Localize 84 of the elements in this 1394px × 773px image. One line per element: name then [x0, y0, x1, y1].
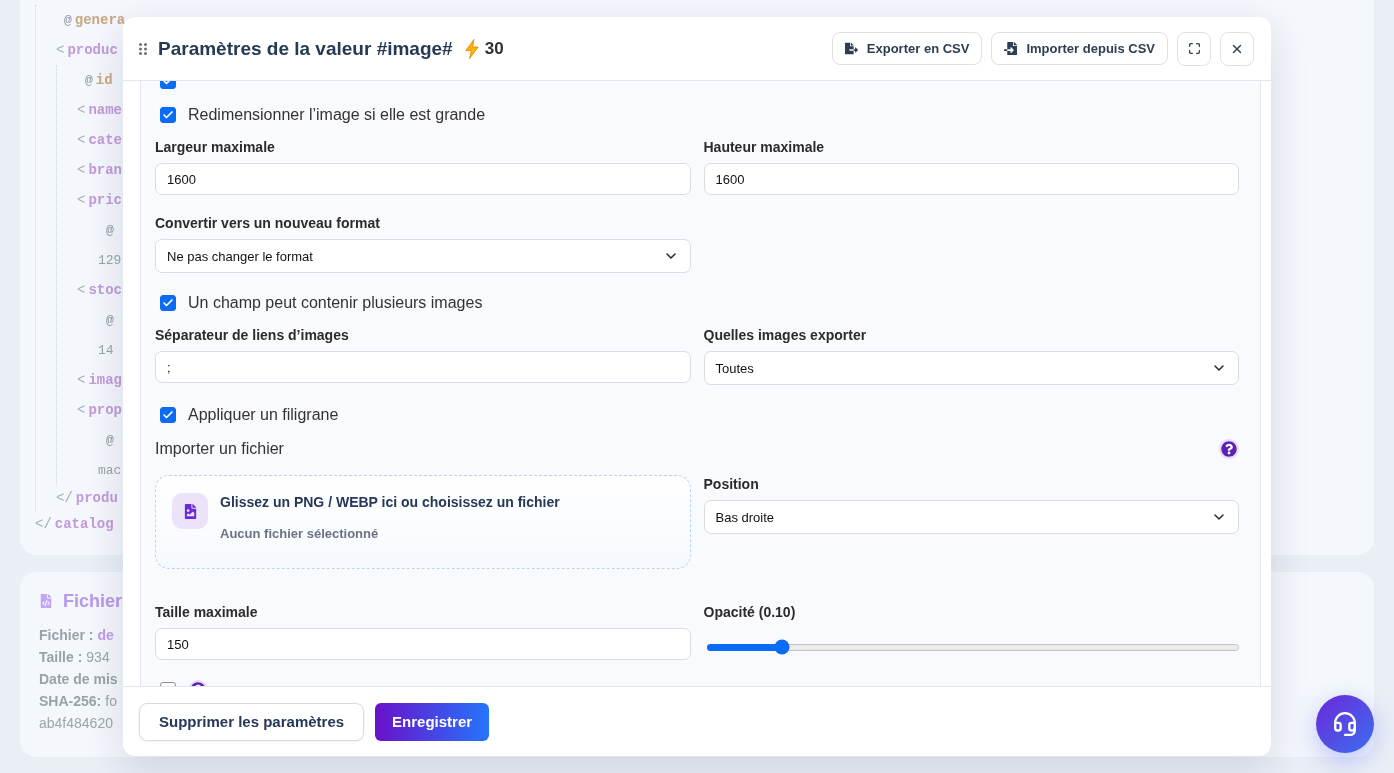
- attribute-marker: @: [106, 312, 114, 328]
- closing-tag-bracket: </: [35, 516, 52, 532]
- checkbox[interactable]: [160, 295, 176, 311]
- select-field[interactable]: Toutes: [703, 351, 1239, 385]
- import-csv-button[interactable]: Importer depuis CSV: [991, 32, 1168, 65]
- field-label: Convertir vers un nouveau format: [155, 214, 381, 232]
- card-title: Fichier: [63, 590, 123, 612]
- field-label: Quelles images exporter: [703, 326, 868, 344]
- tag-name: produ: [75, 490, 118, 506]
- info-value: fo: [105, 693, 117, 709]
- close-button[interactable]: [1220, 31, 1254, 66]
- dialog-title: Paramètres de la valeur #image#: [158, 37, 453, 60]
- info-label: Taille :: [39, 649, 83, 665]
- tag-bracket: <: [77, 402, 86, 418]
- tag-name: pric: [88, 192, 122, 208]
- delete-settings-button[interactable]: Supprimer les paramètres: [139, 702, 365, 741]
- info-value: ab4f484620: [39, 715, 113, 731]
- tag-bracket: <: [56, 42, 65, 58]
- file-dropzone[interactable]: Glissez un PNG / WEBP ici ou choisissez un fichier Aucun fichier sélectionné: [155, 475, 691, 569]
- checkbox-label: Appliquer un filigrane: [188, 406, 339, 424]
- field-label: Séparateur de liens d’images: [155, 326, 350, 344]
- tag-name: catalog: [54, 516, 114, 532]
- tag-name: bran: [88, 162, 122, 178]
- checkbox[interactable]: [160, 107, 176, 123]
- save-button[interactable]: Enregistrer: [375, 702, 490, 741]
- help-icon[interactable]: [1219, 439, 1239, 459]
- slider-thumb[interactable]: [774, 639, 790, 655]
- tag-name: name: [88, 102, 122, 118]
- info-value: 934: [86, 649, 110, 665]
- attribute-name: id: [95, 72, 113, 88]
- tag-bracket: <: [77, 102, 86, 118]
- text-input[interactable]: 1600: [703, 163, 1239, 195]
- field-label: Opacité (0.10): [703, 603, 797, 621]
- section-label: Importer un fichier: [155, 440, 284, 458]
- attribute-name: genera: [74, 12, 126, 28]
- checkmark-icon: [162, 109, 174, 121]
- field-label: Taille maximale: [155, 603, 259, 621]
- tag-name: imag: [88, 372, 122, 388]
- checkmark-icon: [162, 297, 174, 309]
- tag-name: produc: [67, 42, 118, 58]
- select-field[interactable]: Ne pas changer le format: [155, 239, 691, 273]
- field-label: Hauteur maximale: [703, 138, 826, 156]
- headset-icon: [1332, 711, 1358, 737]
- export-csv-button[interactable]: Exporter en CSV: [831, 32, 983, 65]
- checkbox-label: Redimensionner l’image si elle est grande: [188, 106, 486, 124]
- tag-name: prop: [88, 402, 122, 418]
- fullscreen-icon: [1187, 42, 1201, 55]
- file-status: Aucun fichier sélectionné: [220, 525, 380, 543]
- tag-name: cate: [88, 132, 122, 148]
- tag-bracket: <: [77, 282, 86, 298]
- file-import-icon: [1004, 42, 1018, 55]
- text-value: 14: [98, 342, 114, 358]
- fullscreen-button[interactable]: [1177, 31, 1211, 66]
- checkmark-icon: [162, 409, 174, 421]
- field-label: Position: [703, 475, 760, 493]
- tag-bracket: <: [77, 192, 86, 208]
- lightning-icon: [464, 38, 479, 59]
- code-file-icon: [39, 594, 53, 608]
- checkbox[interactable]: [160, 407, 176, 423]
- dropzone-title: Glissez un PNG / WEBP ici ou choisissez un fichier: [220, 493, 560, 511]
- text-input[interactable]: 150: [155, 628, 691, 660]
- credit-count: 30: [484, 38, 504, 59]
- text-input[interactable]: ;: [155, 351, 691, 383]
- field-label: Largeur maximale: [155, 138, 276, 156]
- select-field[interactable]: Bas droite: [703, 500, 1239, 534]
- image-file-icon: [172, 493, 208, 529]
- tag-bracket: <: [77, 162, 86, 178]
- drag-handle-icon[interactable]: [139, 42, 147, 55]
- attribute-marker: @: [106, 222, 114, 238]
- text-value: 129: [98, 252, 122, 268]
- attribute-marker: @: [85, 72, 93, 88]
- file-export-icon: [844, 42, 858, 55]
- info-label: Date de mis: [39, 671, 118, 687]
- attribute-marker: @: [64, 12, 72, 28]
- text-value: mac: [98, 462, 122, 478]
- tag-bracket: <: [77, 372, 86, 388]
- attribute-marker: @: [106, 432, 114, 448]
- text-input[interactable]: 1600: [155, 163, 691, 195]
- info-label: Fichier :: [39, 627, 94, 643]
- tag-name: stoc: [88, 282, 122, 298]
- checkbox-label: Un champ peut contenir plusieurs images: [188, 294, 483, 312]
- closing-tag-bracket: </: [56, 490, 73, 506]
- tag-bracket: <: [77, 132, 86, 148]
- info-label: SHA-256:: [39, 693, 102, 709]
